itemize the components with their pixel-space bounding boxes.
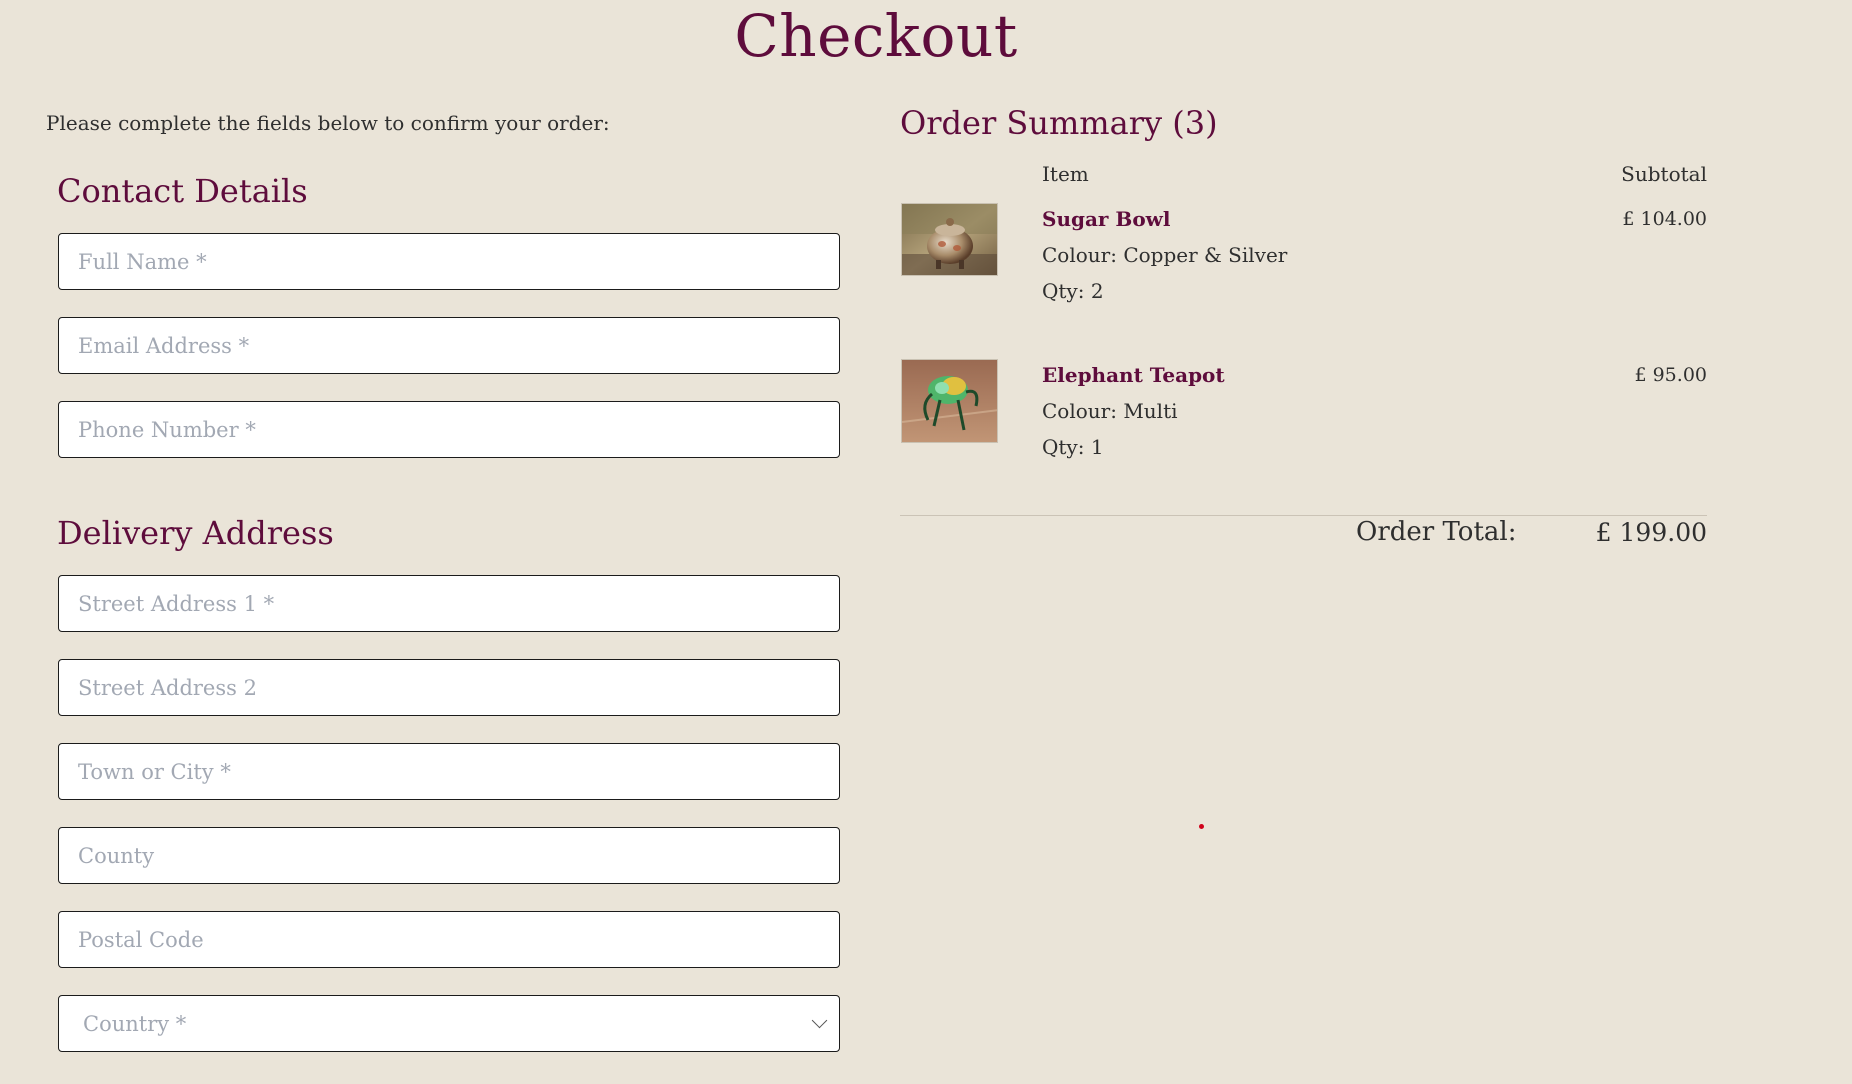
contact-details-heading: Contact Details: [57, 172, 308, 210]
summary-divider: [900, 515, 1707, 516]
cursor-pointer-marker: [1199, 824, 1204, 829]
elephant-teapot-photo: [902, 360, 997, 442]
chevron-down-icon: [811, 1012, 828, 1029]
street-address-2-input[interactable]: [58, 659, 840, 716]
sugar-bowl-thumbnail[interactable]: [901, 203, 998, 276]
email-input[interactable]: [58, 317, 840, 374]
order-total-value: £ 199.00: [1595, 518, 1707, 547]
postal-code-input[interactable]: [58, 911, 840, 968]
country-select[interactable]: Country *: [58, 995, 840, 1052]
phone-input[interactable]: [58, 401, 840, 458]
item-name-elephant-teapot[interactable]: Elephant Teapot: [1042, 363, 1225, 387]
column-header-subtotal: Subtotal: [1621, 162, 1707, 186]
item-name-sugar-bowl[interactable]: Sugar Bowl: [1042, 207, 1171, 231]
order-summary-heading: Order Summary (3): [900, 104, 1218, 142]
elephant-teapot-thumbnail[interactable]: [901, 359, 998, 443]
intro-text: Please complete the fields below to conf…: [46, 111, 610, 135]
item-qty: Qty: 1: [1042, 435, 1104, 459]
delivery-address-heading: Delivery Address: [57, 514, 334, 552]
item-price: £ 104.00: [1622, 208, 1707, 230]
county-input[interactable]: [58, 827, 840, 884]
order-total-label: Order Total:: [1356, 517, 1517, 547]
item-colour: Colour: Multi: [1042, 399, 1178, 423]
column-header-item: Item: [1042, 162, 1089, 186]
item-price: £ 95.00: [1634, 364, 1707, 386]
country-select-value: Country *: [83, 1011, 187, 1036]
sugar-bowl-photo: [902, 204, 997, 275]
street-address-1-input[interactable]: [58, 575, 840, 632]
item-qty: Qty: 2: [1042, 279, 1104, 303]
town-city-input[interactable]: [58, 743, 840, 800]
item-colour: Colour: Copper & Silver: [1042, 243, 1288, 267]
full-name-input[interactable]: [58, 233, 840, 290]
page-title: Checkout: [734, 2, 1018, 70]
